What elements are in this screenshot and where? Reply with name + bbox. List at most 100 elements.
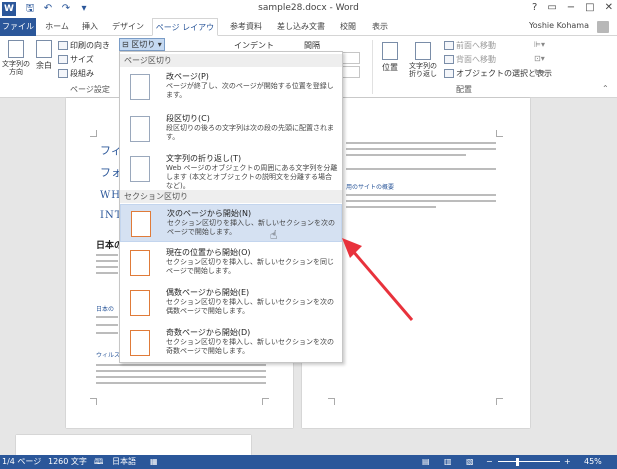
position-icon [382,42,398,60]
text-direction-button[interactable]: 文字列の 方向 [2,40,30,76]
document-page-next[interactable] [16,435,251,455]
help-icon[interactable]: ? [532,2,537,13]
minimize-icon[interactable]: − [567,2,575,13]
margins-label: 余白 [36,61,52,70]
page-break-icon [126,72,154,102]
text-line [346,154,466,156]
spacing-label: 間隔 [304,41,320,50]
tab-references[interactable]: 参考資料 [224,18,268,36]
text-line [346,148,496,150]
menu-item-description: セクション区切りを挿入し、新しいセクションを次の奇数ページで開始します。 [166,338,334,355]
menu-item-next-page[interactable]: 次のページから開始(N) セクション区切りを挿入し、新しいセクションを次のページ… [120,204,342,242]
menu-item-title: 現在の位置から開始(O) [166,248,251,257]
position-label: 位置 [382,63,398,72]
odd-page-icon [126,328,154,358]
columns-label: 段組み [70,69,94,78]
ribbon-display-icon[interactable]: ▭ [547,2,556,13]
text-line [96,364,266,366]
macro-icon[interactable]: ▦ [150,455,158,469]
text-line [96,254,118,256]
crop-mark [496,130,503,137]
text-line [346,194,496,196]
menu-item-page-break[interactable]: 改ページ(P) ページが終了し、次のページが開始する位置を登録します。 [120,68,342,106]
align-icon[interactable]: ⊫▾ [534,40,545,49]
menu-item-title: 段区切り(C) [166,114,210,123]
read-mode-icon[interactable]: ▤ [422,455,430,469]
tab-review[interactable]: 校閲 [334,18,362,36]
text-line [96,376,266,378]
text-line [96,316,118,318]
tab-file[interactable]: ファイル [0,18,36,36]
tab-home[interactable]: ホーム [40,18,74,36]
menu-item-title: 改ページ(P) [166,72,209,81]
menu-item-description: セクション区切りを挿入し、新しいセクションを同じページで開始します。 [166,258,334,275]
window-title: sample28.docx - Word [258,3,359,13]
text-line [346,168,496,170]
wrap-text-button[interactable]: 文字列の 折り返し [406,42,440,78]
user-name[interactable]: Yoshie Kohama [529,21,589,30]
bring-forward-icon [444,41,454,50]
wrap-text-label: 文字列の 折り返し [409,62,437,78]
send-backward-label: 背面へ移動 [456,55,496,64]
print-layout-icon[interactable]: ▥ [444,455,452,469]
menu-item-continuous[interactable]: 現在の位置から開始(O) セクション区切りを挿入し、新しいセクションを同じページ… [120,244,342,282]
menu-item-description: Web ページのオブジェクトの周囲にある文字列を分離します (本文とオブジェクト… [166,164,338,190]
crop-mark [328,398,335,405]
menu-item-description: ページが終了し、次のページが開始する位置を登録します。 [166,82,334,99]
breaks-dropdown-menu: ページ区切り 改ページ(P) ページが終了し、次のページが開始する位置を登録しま… [119,51,343,363]
breaks-icon: ⊟ [122,40,129,49]
close-icon[interactable]: ✕ [605,2,613,13]
rotate-icon[interactable]: ↻▾ [534,68,545,77]
text-line [346,206,436,208]
arrange-group-label: 配置 [456,85,472,94]
breaks-button[interactable]: ⊟ 区切り ▾ [119,38,165,51]
menu-item-even-page[interactable]: 偶数ページから開始(E) セクション区切りを挿入し、新しいセクションを次の偶数ペ… [120,284,342,322]
tab-page-layout[interactable]: ページ レイアウト [152,18,218,50]
proofing-icon[interactable]: 🕮 [94,455,103,469]
size-icon [58,55,68,64]
menu-item-column-break[interactable]: 段区切り(C) 段区切りの後ろの文字列は次の段の先頭に配置されます。 [120,110,342,148]
crop-mark [90,130,97,137]
avatar[interactable] [597,21,609,33]
crop-mark [262,398,269,405]
bring-forward-label: 前面へ移動 [456,41,496,50]
text-line [346,142,496,144]
size-button[interactable]: サイズ [58,54,94,65]
menu-item-text-wrapping[interactable]: 文字列の折り返し(T) Web ページのオブジェクトの周囲にある文字列を分離しま… [120,150,342,190]
web-layout-icon[interactable]: ▧ [466,455,474,469]
menu-item-description: 段区切りの後ろの文字列は次の段の先頭に配置されます。 [166,124,334,141]
group-icon[interactable]: ⊡▾ [534,54,545,63]
window-controls: ? ▭ − □ ✕ [532,2,613,13]
orientation-button[interactable]: 印刷の向き [58,40,110,51]
collapse-ribbon-icon[interactable]: ⌃ [602,84,609,93]
doc-subheading: 用のサイトの概要 [346,184,395,191]
crop-mark [90,398,97,405]
tab-insert[interactable]: 挿入 [76,18,104,36]
zoom-out-icon[interactable]: − [486,455,493,469]
tab-design[interactable]: デザイン [108,18,148,36]
page-count[interactable]: 1/4 ページ [2,455,41,469]
tab-mailings[interactable]: 差し込み文書 [272,18,330,36]
tab-view[interactable]: 表示 [366,18,394,36]
columns-button[interactable]: 段組み [58,68,94,79]
send-backward-button[interactable]: 背面へ移動 [444,54,496,65]
word-count[interactable]: 1260 文字 [48,455,87,469]
zoom-level[interactable]: 45% [584,455,602,469]
maximize-icon[interactable]: □ [585,2,594,13]
bring-forward-button[interactable]: 前面へ移動 [444,40,496,51]
orientation-label: 印刷の向き [70,41,110,50]
position-button[interactable]: 位置 [378,42,402,73]
margins-button[interactable]: 余白 [34,40,54,71]
send-backward-icon [444,55,454,64]
language-label[interactable]: 日本語 [112,455,136,469]
text-line [96,370,266,372]
menu-item-odd-page[interactable]: 奇数ページから開始(D) セクション区切りを挿入し、新しいセクションを次の奇数ペ… [120,324,342,362]
zoom-in-icon[interactable]: + [564,455,571,469]
zoom-slider[interactable] [498,461,560,462]
margins-icon [36,40,52,58]
continuous-icon [126,248,154,278]
text-line [96,272,118,274]
menu-item-title: 奇数ページから開始(D) [166,328,251,337]
zoom-slider-thumb[interactable] [516,458,519,466]
text-line [346,200,496,202]
